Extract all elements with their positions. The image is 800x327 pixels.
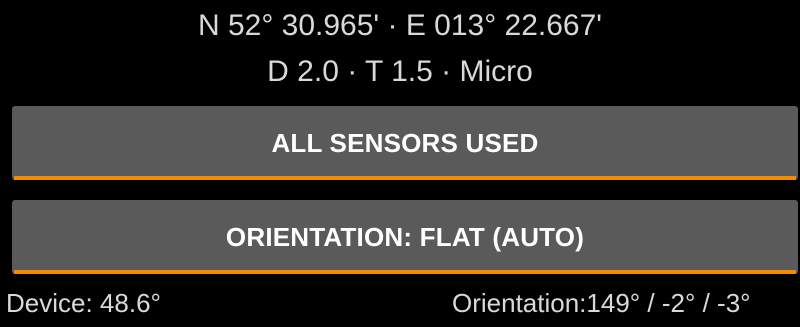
all-sensors-used-button[interactable]: ALL SENSORS USED	[12, 106, 798, 180]
orientation-readout: Orientation:149° / -2° / -3°	[452, 288, 751, 318]
device-readout: Device: 48.6°	[6, 288, 161, 318]
coordinates-text: N 52° 30.965' · E 013° 22.667'	[197, 9, 603, 42]
orientation-button[interactable]: ORIENTATION: FLAT (AUTO)	[12, 200, 798, 274]
orientation-button-label: ORIENTATION: FLAT (AUTO)	[225, 222, 585, 252]
button-accent-underline	[14, 176, 796, 180]
button-accent-underline	[14, 270, 796, 274]
cache-details-text: D 2.0 · T 1.5 · Micro	[267, 55, 533, 88]
all-sensors-used-label: ALL SENSORS USED	[271, 128, 539, 158]
